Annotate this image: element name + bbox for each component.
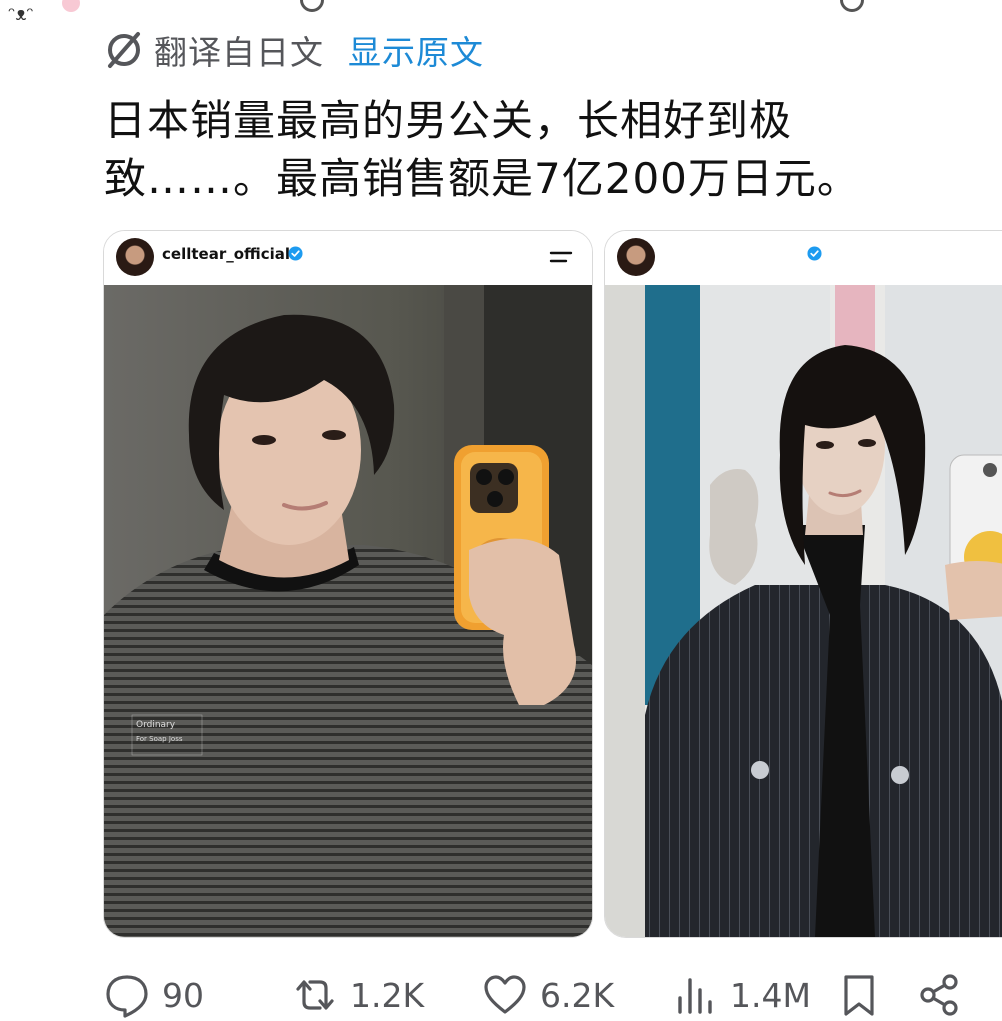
tweet-text: 日本销量最高的男公关，长相好到极 致……。最高销售额是7亿200万日元。 (104, 92, 864, 208)
reply-button[interactable]: 90 (104, 970, 204, 1020)
views-count: 1.4M (730, 975, 811, 1015)
translation-row: 翻译自日文 显示原文 (104, 28, 484, 72)
mirror-selfie-photo[interactable]: Ordinary For Soap Joss (104, 285, 592, 937)
media-card[interactable] (604, 230, 1002, 938)
verified-badge-icon (807, 246, 822, 261)
tweet-text-line: 日本销量最高的男公关，长相好到极 (104, 96, 793, 145)
share-icon (920, 974, 958, 1016)
show-original-link[interactable]: 显示原文 (348, 26, 484, 74)
reply-count: 90 (162, 975, 204, 1015)
translate-icon (108, 32, 140, 68)
avatar[interactable] (116, 238, 154, 276)
photo-illustration: Ordinary For Soap Joss (104, 285, 592, 937)
translated-from-label: 翻译自日文 (154, 33, 324, 72)
menu-icon[interactable] (548, 247, 574, 267)
bookmark-icon (844, 975, 874, 1016)
svg-text:Ordinary: Ordinary (136, 720, 176, 730)
bar-chart-icon (678, 978, 712, 1014)
cat-face-icon: ᵔᴥᵔ (8, 4, 34, 25)
tweet-action-bar: 90 1.2K 6.2K 1.4M (104, 970, 984, 1020)
svg-text:For Soap Joss: For Soap Joss (136, 735, 183, 743)
speech-bubble-icon (106, 975, 148, 1018)
tweet-text-line: 致……。最高销售额是7亿200万日元。 (104, 154, 860, 203)
cropped-icon (300, 0, 324, 12)
retweet-count: 1.2K (350, 975, 425, 1015)
like-count: 6.2K (540, 975, 615, 1015)
avatar[interactable] (617, 238, 655, 276)
card-header (605, 231, 1002, 285)
verified-badge-icon (288, 246, 303, 261)
views-button[interactable]: 1.4M (672, 970, 811, 1020)
bookmark-button[interactable] (836, 970, 882, 1020)
media-card[interactable]: celltear_official Ordinary For Soap Joss (103, 230, 593, 938)
tweet-screen: ᵔᴥᵔ 翻译自日文 显示原文 日本销量最高的男公关，长相好到极 致……。最高销售… (0, 0, 1002, 1021)
card-header: celltear_official (104, 231, 592, 285)
cat-sticker: ᵔᴥᵔ (0, 0, 80, 40)
sticker-ear (62, 0, 80, 12)
mirror-selfie-photo[interactable] (605, 285, 1002, 937)
cropped-icon (840, 0, 864, 12)
photo-illustration (605, 285, 1002, 937)
heart-icon (484, 975, 526, 1014)
like-button[interactable]: 6.2K (482, 970, 614, 1020)
card-username[interactable]: celltear_official (162, 245, 290, 263)
retweet-icon (296, 980, 334, 1010)
retweet-button[interactable]: 1.2K (292, 970, 424, 1020)
share-button[interactable] (916, 970, 962, 1020)
